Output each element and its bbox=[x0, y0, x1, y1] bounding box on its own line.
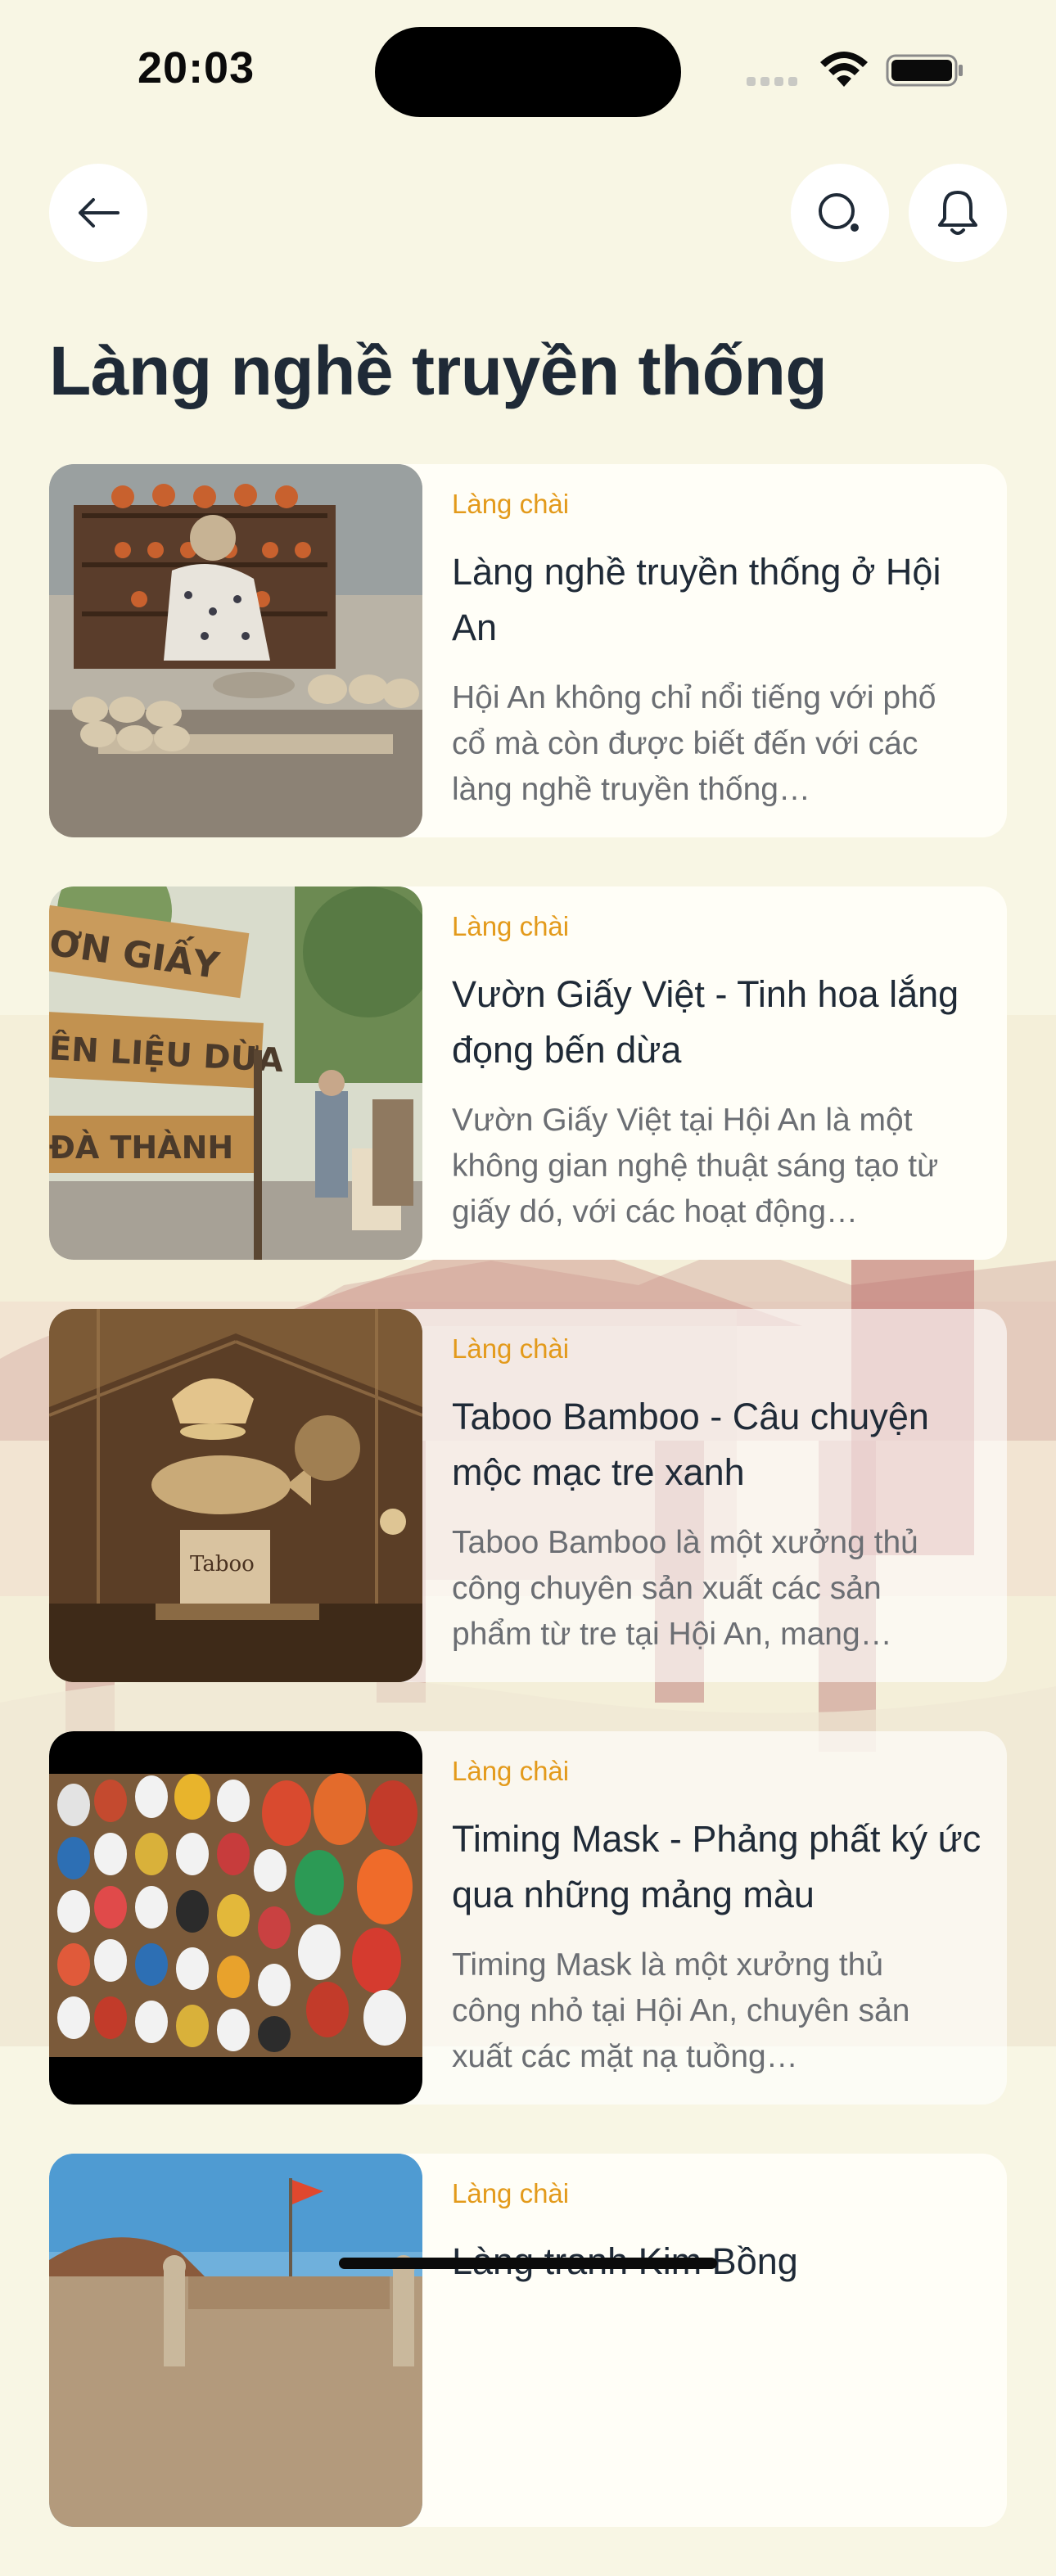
card-title: Timing Mask - Phảng phất ký ức qua những… bbox=[452, 1818, 982, 1915]
status-time: 20:03 bbox=[138, 43, 255, 92]
card-category: Làng chài bbox=[452, 1333, 570, 1364]
card-description: Hội An không chỉ nổi tiếng với phố cổ mà… bbox=[452, 680, 936, 807]
list-item[interactable]: Taboo Làng chài Taboo Bamboo - Câu chuyệ… bbox=[49, 1309, 1007, 1682]
search-button[interactable] bbox=[791, 164, 889, 262]
arrow-left-icon bbox=[79, 198, 120, 228]
card-category: Làng chài bbox=[452, 911, 570, 941]
card-description: Taboo Bamboo là một xưởng thủ công chuyê… bbox=[452, 1525, 918, 1652]
list-item[interactable]: ƠN GIẤY ÊN LIỆU DỪA ĐÀ THÀNH Làng chài V… bbox=[49, 886, 1007, 1260]
village-gate-flag-photo bbox=[49, 2154, 422, 2527]
card-description: Vườn Giấy Việt tại Hội An là một không g… bbox=[452, 1103, 939, 1229]
list-item[interactable]: Làng chài Làng tranh Kim Bồng bbox=[49, 2154, 1007, 2527]
home-indicator bbox=[339, 2258, 717, 2269]
card-category: Làng chài bbox=[452, 489, 570, 519]
colorful-masks-photo bbox=[49, 1731, 422, 2105]
card-category: Làng chài bbox=[452, 1756, 570, 1786]
pottery-village-photo bbox=[49, 464, 422, 837]
cellular-signal-icon bbox=[747, 75, 802, 90]
card-title: Vườn Giấy Việt - Tinh hoa lắng đọng bến … bbox=[452, 973, 959, 1071]
dynamic-island bbox=[375, 27, 681, 117]
battery-icon bbox=[886, 54, 963, 87]
list-item[interactable]: Làng chài Timing Mask - Phảng phất ký ức… bbox=[49, 1731, 1007, 2105]
back-button[interactable] bbox=[49, 164, 147, 262]
list-item[interactable]: Làng chài Làng nghề truyền thống ở Hội A… bbox=[49, 464, 1007, 837]
bamboo-workshop-photo: Taboo bbox=[49, 1309, 422, 1682]
wifi-icon bbox=[820, 52, 868, 87]
paper-garden-signboards-photo: ƠN GIẤY ÊN LIỆU DỪA ĐÀ THÀNH bbox=[49, 886, 422, 1260]
card-category: Làng chài bbox=[452, 2178, 570, 2208]
notification-button[interactable] bbox=[909, 164, 1007, 262]
bell-icon bbox=[938, 191, 977, 235]
card-description: Timing Mask là một xưởng thủ công nhỏ tạ… bbox=[452, 1947, 910, 2074]
search-icon bbox=[819, 193, 859, 232]
card-title: Làng nghề truyền thống ở Hội An bbox=[452, 551, 941, 648]
page-title: Làng nghề truyền thống bbox=[49, 332, 828, 409]
svg-text:ĐÀ THÀNH: ĐÀ THÀNH bbox=[49, 1130, 233, 1166]
card-title: Taboo Bamboo - Câu chuyện mộc mạc tre xa… bbox=[452, 1396, 929, 1493]
status-bar: 20:03 bbox=[0, 0, 1056, 139]
svg-text:Taboo: Taboo bbox=[190, 1552, 255, 1577]
